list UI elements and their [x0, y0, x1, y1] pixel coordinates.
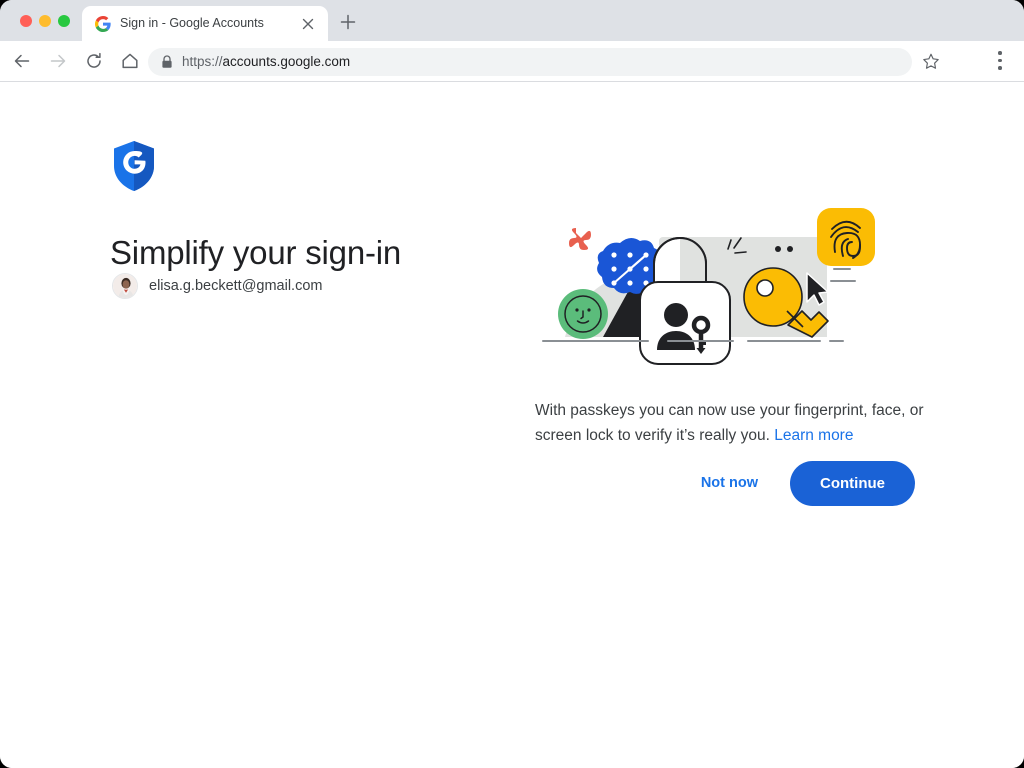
- tab-title: Sign in - Google Accounts: [120, 15, 290, 32]
- window-minimize-button[interactable]: [39, 15, 51, 27]
- reload-icon[interactable]: [84, 51, 104, 71]
- orange-fingerprint-badge: [817, 208, 875, 266]
- address-bar-url: https://accounts.google.com: [182, 52, 350, 72]
- continue-button[interactable]: Continue: [790, 461, 915, 506]
- url-host: accounts.google.com: [223, 54, 351, 69]
- passkey-description: With passkeys you can now use your finge…: [535, 398, 935, 448]
- account-chip[interactable]: elisa.g.beckett@gmail.com: [112, 272, 322, 300]
- window-maximize-button[interactable]: [58, 15, 70, 27]
- white-padlock-with-person-and-key: [640, 282, 730, 364]
- passkey-illustration: [535, 207, 930, 367]
- description-text: With passkeys you can now use your finge…: [535, 402, 924, 444]
- green-face-circle: [558, 289, 608, 339]
- three-dots-icon[interactable]: [998, 51, 1002, 71]
- new-tab-button[interactable]: [338, 12, 358, 32]
- home-icon[interactable]: [120, 51, 140, 71]
- page-content: Simplify your sign-in elisa.g.beckett@gm…: [0, 82, 1024, 768]
- page-title: Simplify your sign-in: [110, 234, 401, 272]
- red-x-icon: [569, 228, 591, 250]
- tab-strip: Sign in - Google Accounts: [0, 0, 1024, 41]
- not-now-button[interactable]: Not now: [691, 466, 768, 500]
- url-scheme: https://: [182, 54, 223, 69]
- learn-more-link[interactable]: Learn more: [774, 427, 853, 444]
- browser-toolbar: https://accounts.google.com: [0, 41, 1024, 82]
- user-photo-avatar: [112, 273, 138, 299]
- close-icon[interactable]: [300, 16, 316, 32]
- lock-icon: [160, 54, 174, 70]
- star-icon[interactable]: [922, 52, 940, 70]
- google-shield-icon: [112, 140, 156, 192]
- browser-tab[interactable]: Sign in - Google Accounts: [82, 6, 328, 41]
- window-close-button[interactable]: [20, 15, 32, 27]
- account-email: elisa.g.beckett@gmail.com: [149, 278, 322, 294]
- address-bar[interactable]: https://accounts.google.com: [148, 48, 912, 76]
- browser-window: Sign in - Google Accounts: [0, 0, 1024, 768]
- action-row: Not now Continue: [535, 462, 915, 504]
- arrow-right-icon[interactable]: [48, 51, 68, 71]
- arrow-left-icon[interactable]: [12, 51, 32, 71]
- google-g-icon: [95, 16, 111, 32]
